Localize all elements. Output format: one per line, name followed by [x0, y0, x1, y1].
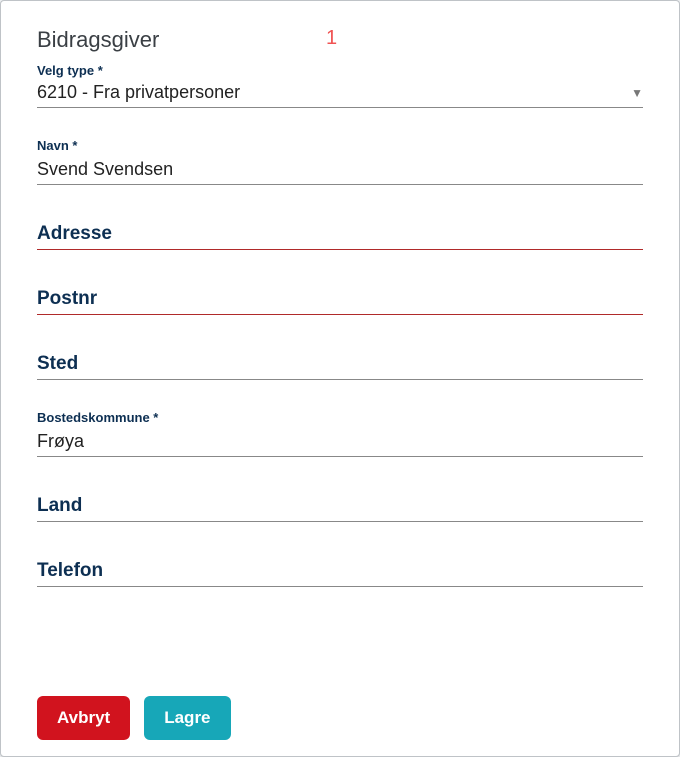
dialog-footer: Avbryt Lagre — [1, 696, 679, 746]
dialog: Bidragsgiver 1 Velg type * 6210 - Fra pr… — [0, 0, 680, 757]
dialog-title: Bidragsgiver — [37, 27, 159, 52]
header-badge: 1 — [326, 27, 337, 50]
type-label: Velg type * — [37, 63, 643, 78]
sted-field[interactable]: Sted — [37, 353, 643, 380]
dialog-header: Bidragsgiver 1 — [1, 11, 679, 63]
name-label: Navn * — [37, 138, 643, 153]
land-field[interactable]: Land — [37, 495, 643, 522]
municipality-label: Bostedskommune * — [37, 410, 643, 425]
telefon-field[interactable]: Telefon — [37, 560, 643, 587]
cancel-button[interactable]: Avbryt — [37, 696, 130, 740]
municipality-input[interactable] — [37, 429, 643, 457]
type-select[interactable]: 6210 - Fra privatpersoner ▼ — [37, 82, 643, 108]
name-input[interactable] — [37, 157, 643, 185]
save-button[interactable]: Lagre — [144, 696, 230, 740]
form-scroll-area[interactable]: Velg type * 6210 - Fra privatpersoner ▼ … — [1, 63, 679, 696]
postnr-field[interactable]: Postnr — [37, 288, 643, 315]
name-field: Navn * — [37, 138, 643, 185]
scroll-spacer — [37, 617, 643, 696]
type-select-value: 6210 - Fra privatpersoner — [37, 82, 240, 103]
chevron-down-icon: ▼ — [631, 86, 643, 100]
address-field[interactable]: Adresse — [37, 223, 643, 250]
type-field: Velg type * 6210 - Fra privatpersoner ▼ — [37, 63, 643, 108]
municipality-field: Bostedskommune * — [37, 410, 643, 457]
